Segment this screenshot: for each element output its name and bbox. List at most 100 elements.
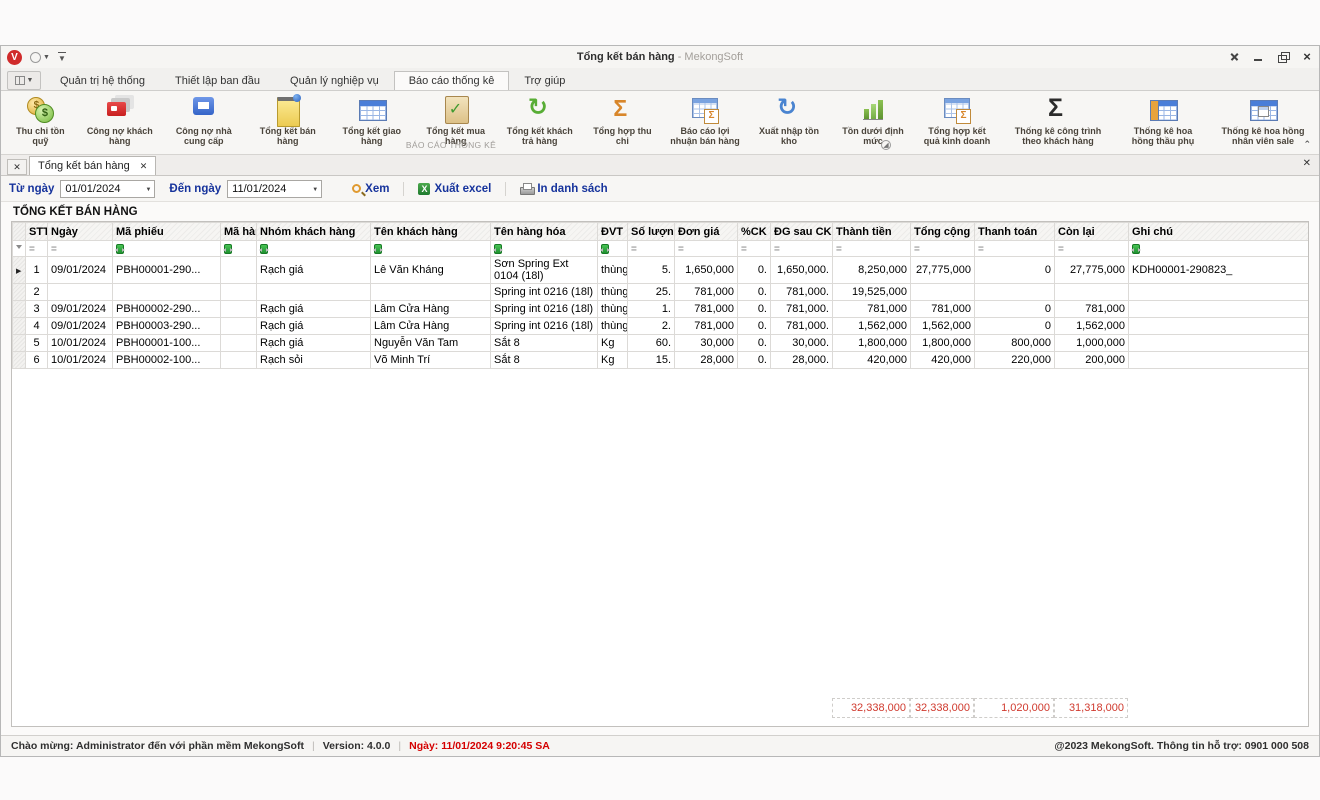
table-cell[interactable]: Võ Minh Trí — [371, 352, 491, 369]
table-cell[interactable]: 1,800,000 — [833, 335, 911, 352]
table-cell[interactable]: 0. — [738, 352, 771, 369]
table-cell[interactable]: 09/01/2024 — [48, 301, 113, 318]
table-cell[interactable]: 420,000 — [911, 352, 975, 369]
close-tab-button-right[interactable]: ✕ — [1303, 158, 1311, 169]
table-row[interactable]: 309/01/2024PBH00002-290...Rạch giáLâm Cử… — [13, 301, 1310, 318]
contains-filter-icon[interactable] — [116, 244, 124, 254]
table-cell[interactable]: thùng — [598, 301, 628, 318]
ribbon-item[interactable]: Tổng kết giao hàng — [330, 93, 414, 147]
column-header[interactable]: Đơn giá — [675, 223, 738, 241]
table-cell[interactable]: 6 — [26, 352, 48, 369]
column-header[interactable]: Ngày — [48, 223, 113, 241]
ribbon-item[interactable]: Tổng kết mua hàng — [414, 93, 498, 147]
table-cell[interactable]: 4 — [26, 318, 48, 335]
table-cell[interactable]: 1,000,000 — [1055, 335, 1129, 352]
app-logo-icon[interactable]: V — [7, 50, 22, 65]
pane-switch-button[interactable]: ▼ — [7, 71, 41, 90]
column-header[interactable]: Tổng cộng — [911, 223, 975, 241]
group-dialog-launcher-icon[interactable]: ◢ — [881, 140, 891, 150]
table-row[interactable]: ▶109/01/2024PBH00001-290...Rạch giáLê Vă… — [13, 257, 1310, 284]
table-cell[interactable]: 0 — [975, 257, 1055, 284]
minimize-button[interactable] — [1253, 51, 1265, 63]
menu-tab-trợ-giúp[interactable]: Trợ giúp — [509, 71, 580, 90]
filter-cell[interactable]: = — [975, 241, 1055, 257]
ribbon-item[interactable]: Thống kê hoa hồng nhân viên sale — [1209, 93, 1317, 147]
ribbon-item[interactable]: Tổng hợp thu chi — [582, 93, 663, 147]
table-cell[interactable]: 800,000 — [975, 335, 1055, 352]
table-cell[interactable]: KDH00001-290823_ — [1129, 257, 1310, 284]
table-cell[interactable]: 1,800,000 — [911, 335, 975, 352]
table-cell[interactable] — [113, 284, 221, 301]
table-cell[interactable]: 0. — [738, 284, 771, 301]
filter-cell[interactable]: = — [771, 241, 833, 257]
menu-tab-báo-cáo-thống-kê[interactable]: Báo cáo thống kê — [394, 71, 510, 90]
ribbon-item[interactable]: Thu chi tồn quỹ — [3, 93, 78, 147]
equals-filter-icon[interactable]: = — [836, 244, 842, 255]
contains-filter-icon[interactable] — [260, 244, 268, 254]
column-header[interactable]: Tên hàng hóa — [491, 223, 598, 241]
table-cell[interactable]: 27,775,000 — [911, 257, 975, 284]
table-cell[interactable]: Lâm Cửa Hàng — [371, 318, 491, 335]
table-cell[interactable] — [1129, 318, 1310, 335]
filter-cell[interactable] — [113, 241, 221, 257]
table-cell[interactable]: 0. — [738, 257, 771, 284]
filter-cell[interactable] — [221, 241, 257, 257]
tab-tong-ket-ban-hang[interactable]: Tổng kết bán hàng ✕ — [29, 156, 156, 175]
table-cell[interactable] — [371, 284, 491, 301]
equals-filter-icon[interactable]: = — [914, 244, 920, 255]
column-header[interactable]: STT — [26, 223, 48, 241]
ribbon-collapse-icon[interactable]: ⌃ — [1303, 139, 1311, 150]
column-header[interactable]: Nhóm khách hàng — [257, 223, 371, 241]
table-cell[interactable]: 1. — [628, 301, 675, 318]
table-cell[interactable]: PBH00003-290... — [113, 318, 221, 335]
filter-cell[interactable] — [371, 241, 491, 257]
table-cell[interactable] — [1129, 352, 1310, 369]
print-list-button[interactable]: In danh sách — [512, 181, 615, 197]
column-header[interactable]: ĐG sau CK — [771, 223, 833, 241]
table-cell[interactable]: thùng — [598, 284, 628, 301]
ribbon-item[interactable]: Tổng kết khách trả hàng — [498, 93, 582, 147]
export-excel-button[interactable]: XXuất excel — [410, 181, 499, 197]
table-cell[interactable] — [911, 284, 975, 301]
table-cell[interactable]: 8,250,000 — [833, 257, 911, 284]
table-cell[interactable]: Lê Văn Kháng — [371, 257, 491, 284]
table-cell[interactable]: 781,000. — [771, 318, 833, 335]
table-cell[interactable]: 30,000. — [771, 335, 833, 352]
filter-cell[interactable] — [257, 241, 371, 257]
filter-cell[interactable] — [598, 241, 628, 257]
qat-dropdown-button[interactable]: ▼ — [30, 52, 50, 63]
table-cell[interactable]: thùng — [598, 318, 628, 335]
table-cell[interactable] — [257, 284, 371, 301]
table-cell[interactable] — [221, 257, 257, 284]
table-cell[interactable]: thùng — [598, 257, 628, 284]
table-cell[interactable]: 220,000 — [975, 352, 1055, 369]
table-cell[interactable]: 781,000. — [771, 301, 833, 318]
chevron-down-icon[interactable]: ▼ — [145, 187, 151, 193]
menu-tab-quản-lý-nghiệp-vụ[interactable]: Quản lý nghiệp vụ — [275, 71, 394, 90]
table-cell[interactable]: 3 — [26, 301, 48, 318]
table-cell[interactable] — [1055, 284, 1129, 301]
equals-filter-icon[interactable]: = — [631, 244, 637, 255]
menu-tab-thiết-lập-ban-đầu[interactable]: Thiết lập ban đầu — [160, 71, 275, 90]
to-date-input[interactable]: 11/01/2024 ▼ — [227, 180, 322, 198]
table-cell[interactable]: 1,650,000. — [771, 257, 833, 284]
table-cell[interactable]: 30,000 — [675, 335, 738, 352]
table-row[interactable]: 610/01/2024PBH00002-100...Rạch sỏiVõ Min… — [13, 352, 1310, 369]
equals-filter-icon[interactable]: = — [741, 244, 747, 255]
table-cell[interactable] — [975, 284, 1055, 301]
contains-filter-icon[interactable] — [601, 244, 609, 254]
ribbon-item[interactable]: Công nợ nhà cung cấp — [162, 93, 246, 147]
table-cell[interactable]: Rạch giá — [257, 335, 371, 352]
column-header[interactable]: Số lượng — [628, 223, 675, 241]
table-cell[interactable] — [1129, 284, 1310, 301]
column-header[interactable]: Mã phiếu — [113, 223, 221, 241]
chevron-down-icon[interactable]: ▼ — [312, 187, 318, 193]
table-cell[interactable]: 781,000 — [675, 284, 738, 301]
column-header[interactable]: Ghi chú — [1129, 223, 1310, 241]
contains-filter-icon[interactable] — [374, 244, 382, 254]
table-cell[interactable]: Kg — [598, 335, 628, 352]
table-cell[interactable] — [221, 335, 257, 352]
table-cell[interactable]: 5. — [628, 257, 675, 284]
equals-filter-icon[interactable]: = — [774, 244, 780, 255]
contains-filter-icon[interactable] — [1132, 244, 1140, 254]
